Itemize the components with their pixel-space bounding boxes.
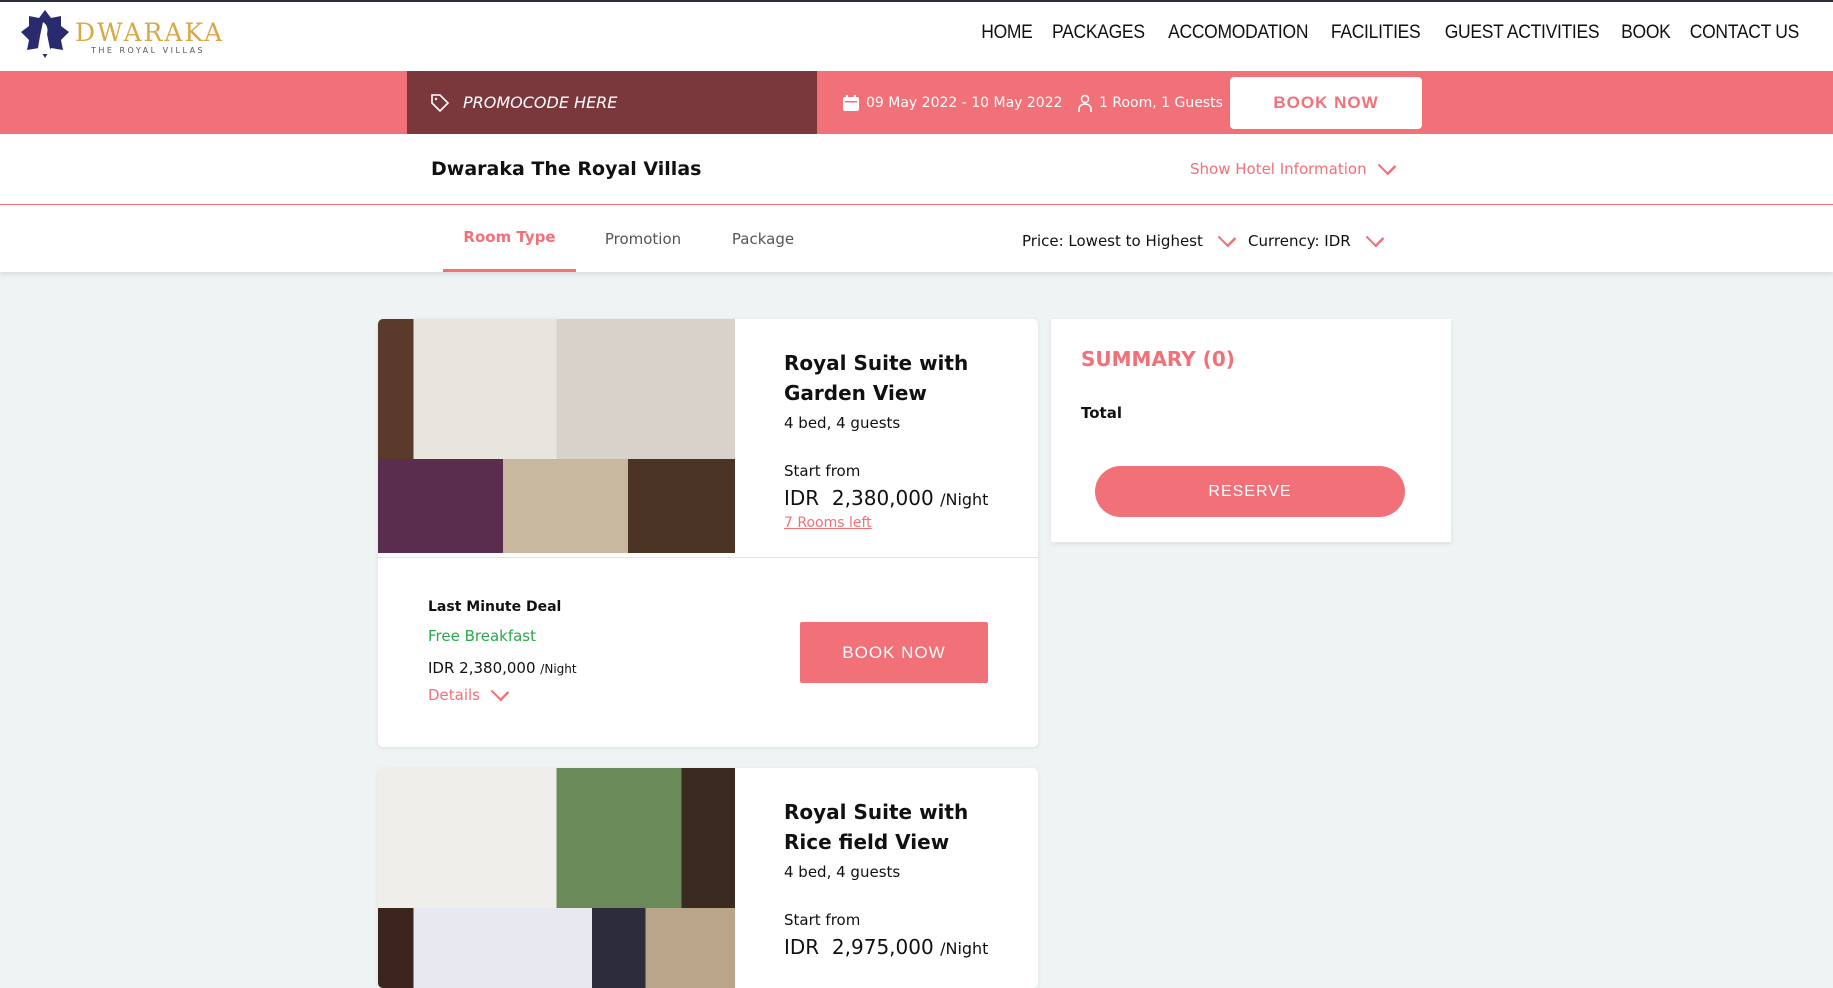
start-from-label: Start from — [784, 911, 861, 929]
main-menu: HOME PACKAGES ACCOMODATION FACILITIES GU… — [979, 22, 1804, 44]
nav-home[interactable]: HOME — [982, 22, 1034, 44]
chevron-down-icon — [490, 682, 510, 702]
room-photo[interactable] — [378, 319, 735, 553]
user-icon — [1078, 94, 1092, 112]
room-capacity: 4 bed, 4 guests — [784, 863, 901, 881]
book-now-button[interactable]: BOOK NOW — [1230, 77, 1422, 129]
date-picker[interactable]: 09 May 2022 - 10 May 2022 — [842, 71, 1063, 134]
guest-picker[interactable]: 1 Room, 1 Guests — [1077, 71, 1223, 134]
room-card: Royal Suite with Garden View 4 bed, 4 gue… — [378, 319, 1038, 747]
room-capacity: 4 bed, 4 guests — [784, 414, 901, 432]
sort-value: Price: Lowest to Highest — [1022, 232, 1203, 250]
deal-name: Last Minute Deal — [428, 599, 562, 615]
summary-total: Total — [1081, 404, 1122, 422]
rooms-left-link[interactable]: 7 Rooms left — [784, 515, 872, 531]
deal-book-now-button[interactable]: BOOK NOW — [800, 622, 988, 683]
deal-perk: Free Breakfast — [428, 627, 537, 645]
tabs-bar — [0, 205, 1833, 272]
start-from-label: Start from — [784, 462, 861, 480]
room-card: Royal Suite with Rice field View 4 bed, 4… — [378, 768, 1038, 988]
promocode-placeholder: PROMOCODE HERE — [463, 93, 618, 112]
deal-price: IDR 2,380,000 /Night — [428, 659, 577, 677]
currency-value: Currency: IDR — [1248, 232, 1351, 250]
nav-facilities[interactable]: FACILITIES — [1331, 22, 1421, 44]
nav-packages[interactable]: PACKAGES — [1052, 22, 1145, 44]
reserve-button[interactable]: RESERVE — [1095, 466, 1405, 517]
room-price: IDR 2,975,000 /Night — [784, 935, 989, 959]
calendar-icon — [843, 94, 859, 111]
nav-contact-us[interactable]: CONTACT US — [1690, 22, 1800, 44]
tag-icon — [431, 93, 450, 112]
room-title: Royal Suite with Garden View — [784, 351, 969, 405]
nav-book[interactable]: BOOK — [1621, 22, 1671, 44]
show-hotel-info-toggle[interactable]: Show Hotel Information — [1190, 156, 1396, 178]
room-title: Royal Suite with Rice field View — [784, 800, 969, 854]
currency-select[interactable]: Currency: IDR — [1248, 228, 1385, 250]
dates-value: 09 May 2022 - 10 May 2022 — [866, 94, 1063, 111]
tab-promotion[interactable]: Promotion — [595, 205, 691, 272]
guests-value: 1 Room, 1 Guests — [1099, 94, 1223, 111]
show-info-label: Show Hotel Information — [1190, 160, 1367, 178]
promocode-input[interactable]: PROMOCODE HERE — [407, 71, 817, 134]
room-price: IDR 2,380,000 /Night — [784, 486, 989, 510]
divider — [378, 557, 1038, 558]
hotel-bar — [0, 134, 1833, 205]
logo[interactable]: DWARAKA THE ROYAL VILLAS — [19, 8, 222, 62]
sort-select[interactable]: Price: Lowest to Highest — [1022, 228, 1237, 250]
tab-package[interactable]: Package — [724, 205, 802, 272]
deal-details-toggle[interactable]: Details — [428, 682, 510, 704]
nav-accomodation[interactable]: ACCOMODATION — [1168, 22, 1308, 44]
hotel-name: Dwaraka The Royal Villas — [431, 158, 702, 180]
summary-title: SUMMARY (0) — [1081, 347, 1235, 371]
tab-room-type[interactable]: Room Type — [443, 205, 576, 272]
nav-guest-activities[interactable]: GUEST ACTIVITIES — [1444, 22, 1599, 44]
logo-emblem-icon — [21, 10, 69, 58]
room-photo[interactable] — [378, 768, 735, 988]
